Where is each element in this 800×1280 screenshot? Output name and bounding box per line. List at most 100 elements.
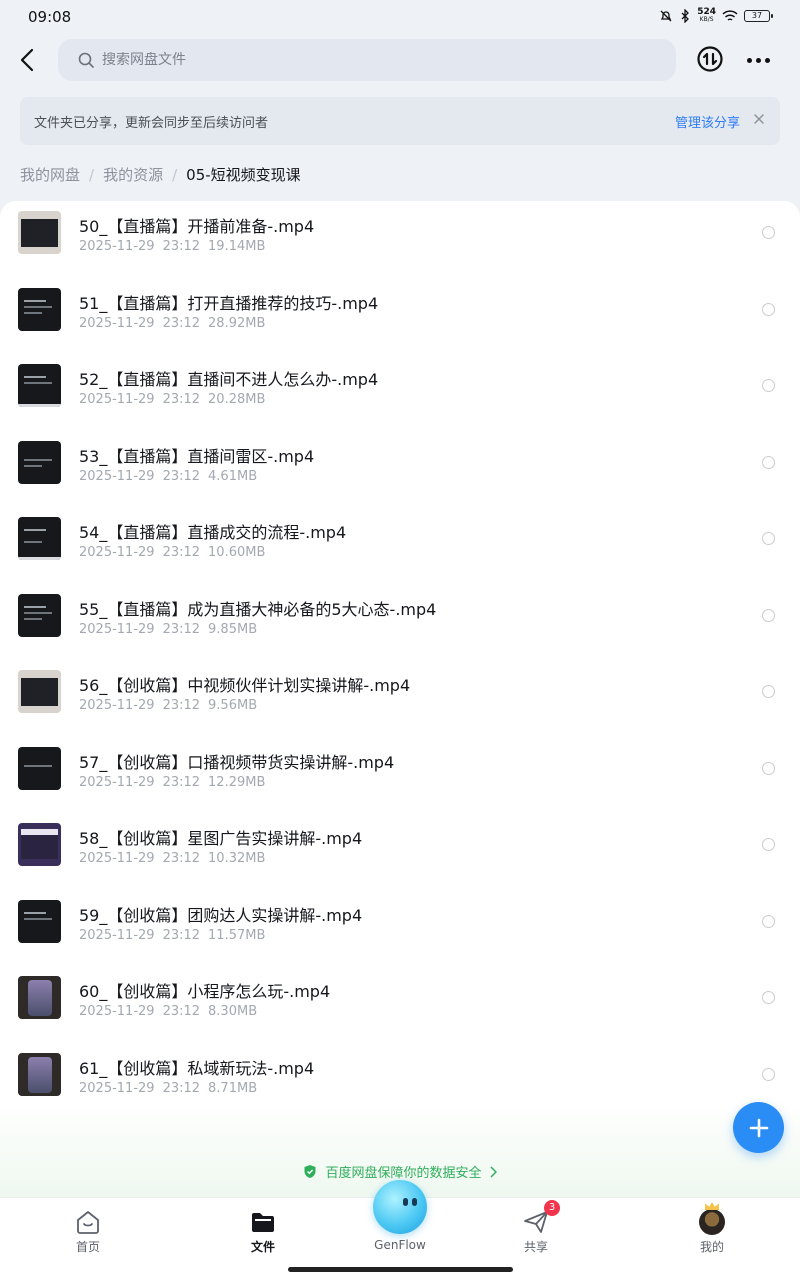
- nav-home-label: 首页: [75, 1240, 100, 1254]
- file-name: 53_【直播篇】直播间雷区-.mp4: [79, 447, 315, 466]
- file-row[interactable]: 60_【创收篇】小程序怎么玩-.mp4 2025-11-29 23:12 8.30M…: [0, 968, 800, 1044]
- file-row[interactable]: 53_【直播篇】直播间雷区-.mp4 2025-11-29 23:12 4.61MB: [0, 433, 800, 509]
- video-thumbnail: [18, 747, 61, 790]
- file-meta: 2025-11-29 23:12 9.85MB: [79, 622, 258, 637]
- select-radio[interactable]: [762, 838, 775, 851]
- genflow-button[interactable]: [373, 1180, 427, 1234]
- file-meta: 2025-11-29 23:12 20.28MB: [79, 392, 266, 407]
- file-row[interactable]: 59_【创收篇】团购达人实操讲解-.mp4 2025-11-29 23:12 11.…: [0, 892, 800, 968]
- file-meta: 2025-11-29 23:12 8.71MB: [79, 1081, 258, 1096]
- add-button[interactable]: [733, 1102, 784, 1153]
- breadcrumb-current: 05-短视频变现课: [186, 166, 301, 184]
- file-row[interactable]: 55_【直播篇】成为直播大神必备的5大心态-.mp4 2025-11-29 23:…: [0, 586, 800, 662]
- video-thumbnail: [18, 211, 61, 254]
- status-bar: 09:08 524 KB/S 37: [0, 0, 800, 34]
- select-radio[interactable]: [762, 685, 775, 698]
- search-bar[interactable]: [58, 39, 676, 81]
- mute-icon: [660, 10, 672, 22]
- video-thumbnail: [18, 288, 61, 331]
- select-radio[interactable]: [762, 532, 775, 545]
- avatar: [699, 1202, 725, 1235]
- sort-button[interactable]: [696, 45, 724, 73]
- nav-share[interactable]: 3 共享: [496, 1200, 576, 1255]
- nav-home[interactable]: 首页: [48, 1208, 128, 1255]
- status-icons: 524 KB/S 37: [659, 7, 773, 24]
- breadcrumb-separator: /: [172, 165, 178, 184]
- nav-genflow-label: GenFlow: [374, 1238, 426, 1252]
- file-meta: 2025-11-29 23:12 19.14MB: [79, 239, 266, 254]
- select-radio[interactable]: [762, 915, 775, 928]
- select-radio[interactable]: [762, 762, 775, 775]
- file-name: 57_【创收篇】口播视频带货实操讲解-.mp4: [79, 753, 395, 772]
- bluetooth-icon: [681, 9, 690, 23]
- select-radio[interactable]: [762, 991, 775, 1004]
- file-name: 54_【直播篇】直播成交的流程-.mp4: [79, 523, 347, 542]
- file-row[interactable]: 57_【创收篇】口播视频带货实操讲解-.mp4 2025-11-29 23:12 1…: [0, 739, 800, 815]
- banner-text: 文件夹已分享，更新会同步至后续访问者: [34, 116, 269, 131]
- battery-icon: 37: [744, 10, 773, 22]
- safety-text: 百度网盘保障你的数据安全: [325, 1166, 482, 1181]
- select-radio[interactable]: [762, 303, 775, 316]
- file-name: 56_【创收篇】中视频伙伴计划实操讲解-.mp4: [79, 676, 411, 695]
- safety-link[interactable]: 百度网盘保障你的数据安全: [0, 1162, 800, 1181]
- video-thumbnail: [18, 900, 61, 943]
- plus-icon: [749, 1118, 768, 1137]
- search-icon: [78, 52, 94, 68]
- file-row[interactable]: 50_【直播篇】开播前准备-.mp4 2025-11-29 23:12 19.14M…: [0, 203, 800, 279]
- video-thumbnail: [18, 594, 61, 637]
- genflow-eye: [403, 1198, 408, 1206]
- share-banner: 文件夹已分享，更新会同步至后续访问者 管理该分享: [20, 97, 780, 145]
- home-icon: [74, 1208, 102, 1236]
- file-name: 60_【创收篇】小程序怎么玩-.mp4: [79, 982, 331, 1001]
- banner-close-button[interactable]: [750, 110, 768, 128]
- folder-icon: [249, 1208, 277, 1236]
- more-button[interactable]: [744, 50, 772, 70]
- file-meta: 2025-11-29 23:12 9.56MB: [79, 698, 258, 713]
- select-radio[interactable]: [762, 609, 775, 622]
- search-input[interactable]: [102, 52, 622, 68]
- video-thumbnail: [18, 976, 61, 1019]
- chevron-right-icon: [490, 1166, 497, 1178]
- back-arrow-icon: [20, 48, 34, 72]
- status-time: 09:08: [28, 8, 72, 26]
- crown-icon: [705, 1202, 719, 1210]
- video-thumbnail: [18, 823, 61, 866]
- file-name: 51_【直播篇】打开直播推荐的技巧-.mp4: [79, 294, 379, 313]
- select-radio[interactable]: [762, 1068, 775, 1081]
- file-row[interactable]: 58_【创收篇】星图广告实操讲解-.mp4 2025-11-29 23:12 10.…: [0, 815, 800, 891]
- file-name: 59_【创收篇】团购达人实操讲解-.mp4: [79, 906, 363, 925]
- file-name: 61_【创收篇】私域新玩法-.mp4: [79, 1059, 315, 1078]
- file-meta: 2025-11-29 23:12 11.57MB: [79, 928, 266, 943]
- video-thumbnail: [18, 1053, 61, 1096]
- genflow-eye: [412, 1198, 417, 1206]
- file-row[interactable]: 56_【创收篇】中视频伙伴计划实操讲解-.mp4 2025-11-29 23:12…: [0, 662, 800, 738]
- back-button[interactable]: [12, 44, 42, 76]
- nav-mine-label: 我的: [699, 1240, 724, 1254]
- select-radio[interactable]: [762, 226, 775, 239]
- file-meta: 2025-11-29 23:12 12.29MB: [79, 775, 266, 790]
- file-row[interactable]: 51_【直播篇】打开直播推荐的技巧-.mp4 2025-11-29 23:12 28…: [0, 280, 800, 356]
- home-indicator: [288, 1267, 513, 1272]
- more-icon: [746, 57, 752, 63]
- nav-files-label: 文件: [250, 1240, 275, 1254]
- file-row[interactable]: 54_【直播篇】直播成交的流程-.mp4 2025-11-29 23:12 10.6…: [0, 509, 800, 585]
- breadcrumb-item-my-resources[interactable]: 我的资源: [103, 164, 163, 185]
- breadcrumb-item-my-disk[interactable]: 我的网盘: [20, 164, 80, 185]
- select-radio[interactable]: [762, 379, 775, 392]
- file-row[interactable]: 52_【直播篇】直播间不进人怎么办-.mp4 2025-11-29 23:12 20…: [0, 356, 800, 432]
- select-radio[interactable]: [762, 456, 775, 469]
- send-icon: 3: [522, 1200, 560, 1236]
- file-name: 52_【直播篇】直播间不进人怎么办-.mp4: [79, 370, 379, 389]
- nav-files[interactable]: 文件: [223, 1208, 303, 1255]
- nav-mine[interactable]: 我的: [672, 1202, 752, 1255]
- video-thumbnail: [18, 441, 61, 484]
- file-name: 50_【直播篇】开播前准备-.mp4: [79, 217, 315, 236]
- video-thumbnail: [18, 364, 61, 407]
- net-speed: 524 KB/S: [697, 7, 716, 24]
- breadcrumb-separator: /: [89, 165, 95, 184]
- manage-share-link[interactable]: 管理该分享: [675, 112, 740, 131]
- file-name: 55_【直播篇】成为直播大神必备的5大心态-.mp4: [79, 600, 437, 619]
- video-thumbnail: [18, 517, 61, 560]
- shield-icon: [304, 1165, 316, 1178]
- close-icon: [754, 114, 764, 124]
